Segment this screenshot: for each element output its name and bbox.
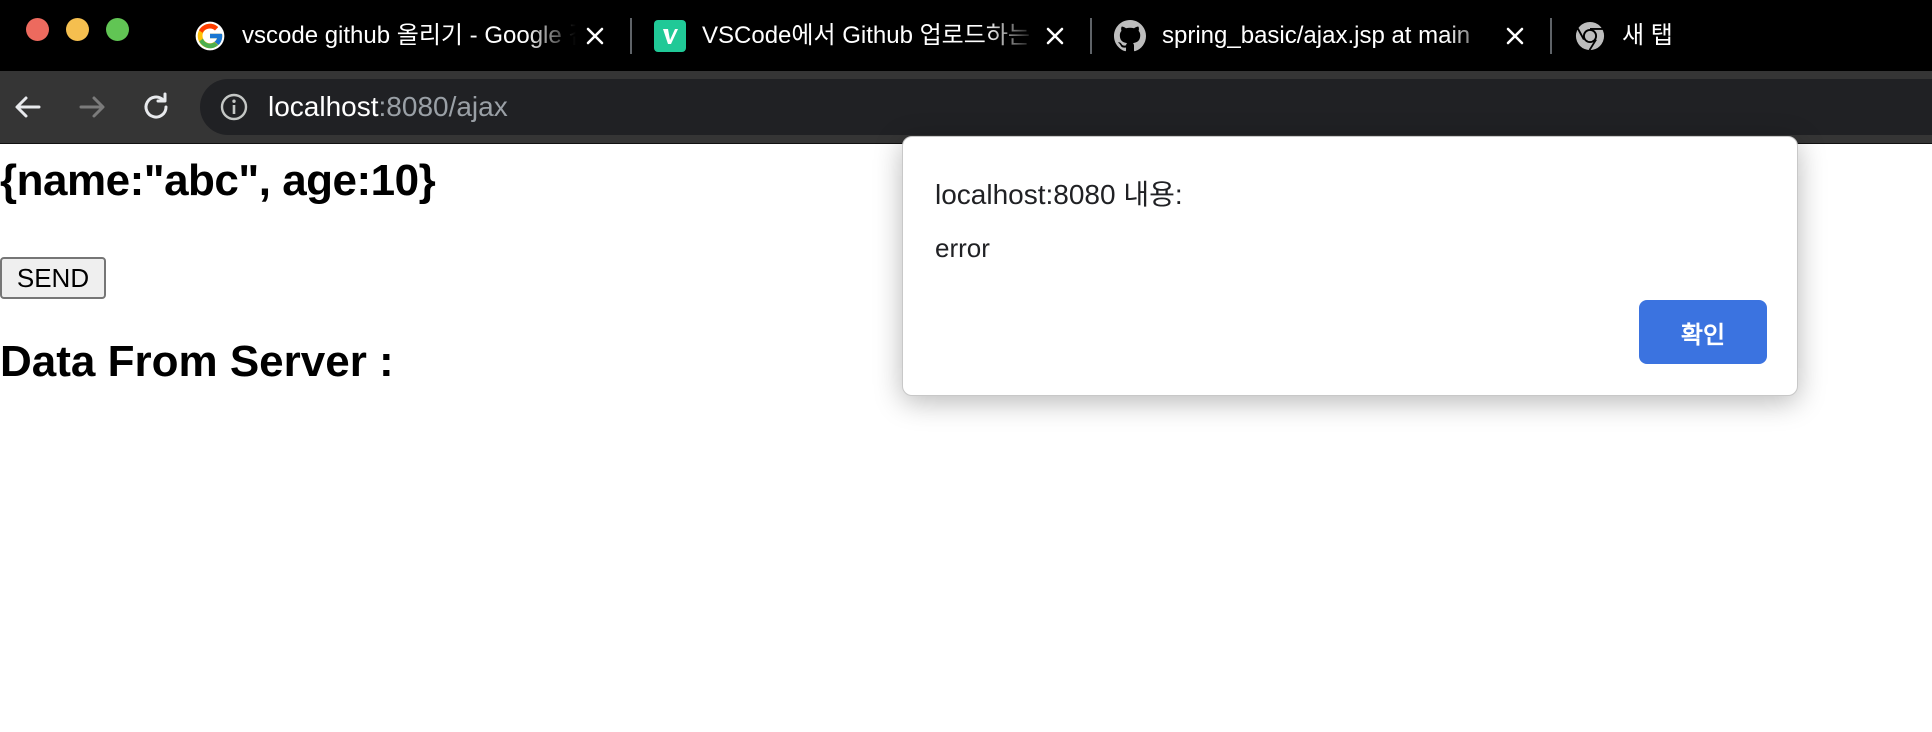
send-button[interactable]: SEND	[0, 257, 106, 299]
tab-google-search[interactable]: vscode github 올리기 - Google 검색	[194, 14, 610, 58]
arrow-left-icon	[15, 96, 41, 118]
tab-separator	[1550, 18, 1552, 54]
window-close-button[interactable]	[26, 18, 49, 41]
tab-title: VSCode에서 Github 업로드하는 방법	[702, 22, 1036, 49]
tab-title: 새 탭	[1622, 22, 1673, 49]
close-icon[interactable]	[580, 21, 610, 51]
chrome-icon	[1574, 20, 1606, 52]
dialog-title: localhost:8080 내용:	[935, 179, 1183, 210]
reload-button[interactable]	[138, 89, 174, 125]
window-minimize-button[interactable]	[66, 18, 89, 41]
info-icon[interactable]	[218, 91, 250, 123]
alert-dialog: localhost:8080 내용: error 확인	[902, 136, 1798, 396]
address-url[interactable]: localhost:8080/ajax	[268, 79, 508, 135]
window-maximize-button[interactable]	[106, 18, 129, 41]
json-heading: {name:"abc", age:10}	[0, 156, 436, 205]
tab-velog-post[interactable]: VSCode에서 Github 업로드하는 방법	[654, 14, 1070, 58]
browser-toolbar: localhost:8080/ajax	[0, 71, 1932, 144]
server-data-heading: Data From Server :	[0, 337, 394, 386]
reload-icon	[144, 92, 168, 119]
tab-title: spring_basic/ajax.jsp at main	[1162, 22, 1471, 49]
tab-github-file[interactable]: spring_basic/ajax.jsp at main	[1114, 14, 1530, 58]
velog-icon	[654, 20, 686, 52]
close-icon[interactable]	[1500, 21, 1530, 51]
back-button[interactable]	[10, 89, 46, 125]
arrow-right-icon	[79, 96, 105, 118]
url-host: localhost	[268, 91, 379, 122]
dialog-message: error	[935, 233, 990, 263]
ok-button[interactable]: 확인	[1639, 300, 1767, 364]
google-icon	[194, 20, 226, 52]
tab-title: vscode github 올리기 - Google 검색	[242, 22, 576, 49]
tab-strip: vscode github 올리기 - Google 검색 VSCode에서 G…	[0, 0, 1932, 71]
tab-new-tab[interactable]: 새 탭	[1574, 14, 1673, 58]
github-icon	[1114, 20, 1146, 52]
forward-button[interactable]	[74, 89, 110, 125]
tab-separator	[1090, 18, 1092, 54]
url-path: :8080/ajax	[378, 91, 508, 122]
address-bar[interactable]: localhost:8080/ajax	[200, 79, 1932, 135]
close-icon[interactable]	[1040, 21, 1070, 51]
tab-separator	[630, 18, 632, 54]
